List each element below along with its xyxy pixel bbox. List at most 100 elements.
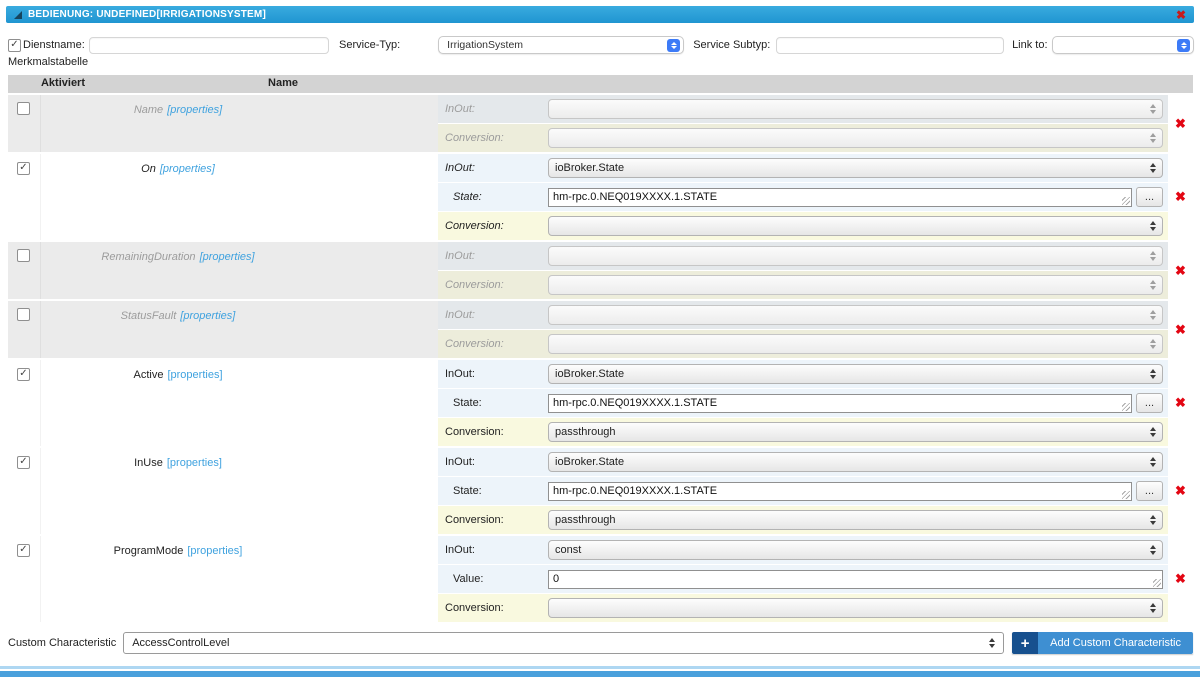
field-textarea[interactable]: hm-rpc.0.NEQ019XXXX.1.STATE: [548, 393, 1132, 413]
select-arrows-icon: [1150, 251, 1156, 261]
field-label: InOut:: [445, 103, 475, 115]
custom-characteristic-row: Custom Characteristic AccessControlLevel…: [8, 632, 1193, 654]
row-checkbox[interactable]: [17, 249, 30, 262]
select-state-button[interactable]: ...: [1136, 481, 1163, 501]
resize-handle-icon[interactable]: [1122, 196, 1130, 205]
custom-characteristic-select[interactable]: AccessControlLevel: [123, 632, 1005, 654]
textarea-value: hm-rpc.0.NEQ019XXXX.1.STATE: [553, 397, 718, 409]
select-state-button[interactable]: ...: [1136, 393, 1163, 413]
delete-row-icon[interactable]: ✖: [1175, 571, 1186, 587]
resize-handle-icon[interactable]: [1122, 402, 1130, 411]
row-name-cell: StatusFault [properties]: [41, 301, 438, 358]
field-select[interactable]: [548, 128, 1163, 148]
select-arrows-icon: [1150, 104, 1156, 114]
select-arrows-icon: [1150, 457, 1156, 467]
next-panel-top-stripe: [0, 666, 1200, 669]
textarea-value: hm-rpc.0.NEQ019XXXX.1.STATE: [553, 191, 718, 203]
next-panel-header-edge[interactable]: [0, 671, 1200, 677]
field-row-inout: InOut:: [438, 242, 1168, 270]
field-row-conversion: Conversion: passthrough: [438, 418, 1168, 446]
row-delete-cell: ✖: [1168, 448, 1193, 534]
row-fields: InOut: const Value: 0 Conversion:: [438, 536, 1168, 622]
table-row: ProgramMode[properties] InOut: const Value…: [8, 536, 1193, 622]
field-textarea[interactable]: hm-rpc.0.NEQ019XXXX.1.STATE: [548, 481, 1132, 501]
delete-row-icon[interactable]: ✖: [1175, 483, 1186, 499]
field-textarea[interactable]: 0: [548, 569, 1163, 589]
properties-link[interactable]: [properties]: [180, 310, 235, 322]
delete-row-icon[interactable]: ✖: [1175, 395, 1186, 411]
field-label: State:: [453, 485, 482, 497]
delete-row-icon[interactable]: ✖: [1175, 116, 1186, 132]
field-select[interactable]: [548, 334, 1163, 354]
row-fields: InOut: Conversion:: [438, 95, 1168, 152]
field-select[interactable]: [548, 246, 1163, 266]
field-select[interactable]: ioBroker.State: [548, 158, 1163, 178]
properties-link[interactable]: [properties]: [200, 251, 255, 263]
row-checkbox[interactable]: [17, 455, 30, 469]
row-checkbox[interactable]: [17, 543, 30, 557]
resize-handle-icon[interactable]: [1122, 490, 1130, 499]
properties-link[interactable]: [properties]: [167, 457, 222, 469]
field-select[interactable]: const: [548, 540, 1163, 560]
row-checkbox[interactable]: [17, 102, 30, 115]
service-typ-value: IrrigationSystem: [447, 39, 524, 51]
field-select[interactable]: [548, 275, 1163, 295]
properties-link[interactable]: [properties]: [187, 545, 242, 557]
delete-row-icon[interactable]: ✖: [1175, 263, 1186, 279]
properties-link[interactable]: [properties]: [167, 369, 222, 381]
delete-row-icon[interactable]: ✖: [1175, 189, 1186, 205]
row-checkbox[interactable]: [17, 161, 30, 175]
resize-handle-icon[interactable]: [1153, 578, 1161, 587]
field-select[interactable]: ioBroker.State: [548, 452, 1163, 472]
delete-row-icon[interactable]: ✖: [1175, 322, 1186, 338]
field-textarea[interactable]: hm-rpc.0.NEQ019XXXX.1.STATE: [548, 187, 1132, 207]
panel-titlebar[interactable]: BEDIENUNG: UNDEFINED[IRRIGATIONSYSTEM] ✖: [6, 6, 1194, 23]
properties-link[interactable]: [properties]: [160, 163, 215, 175]
link-to-select[interactable]: [1051, 36, 1194, 54]
field-label: InOut:: [445, 368, 475, 380]
row-checkbox-cell: [8, 95, 41, 152]
close-icon[interactable]: ✖: [1176, 9, 1186, 21]
select-arrows-icon: [1150, 310, 1156, 320]
field-label: Conversion:: [445, 132, 504, 144]
select-value: passthrough: [555, 426, 616, 438]
row-checkbox[interactable]: [17, 367, 30, 381]
service-subtyp-input[interactable]: [776, 36, 1005, 54]
properties-link[interactable]: [properties]: [167, 104, 222, 116]
service-form-row: Dienstname: Service-Typ: IrrigationSyste…: [8, 35, 1194, 55]
dienstname-checkbox[interactable]: [8, 38, 21, 52]
row-delete-cell: ✖: [1168, 360, 1193, 446]
row-name-cell: RemainingDuration [properties]: [41, 242, 438, 299]
field-row-state: State: hm-rpc.0.NEQ019XXXX.1.STATE...: [438, 183, 1168, 211]
table-row: Active[properties] InOut: ioBroker.State S…: [8, 360, 1193, 446]
field-select[interactable]: [548, 305, 1163, 325]
add-button-label: Add Custom Characteristic: [1038, 632, 1193, 654]
row-checkbox[interactable]: [17, 308, 30, 321]
select-arrows-icon: [1150, 545, 1156, 555]
add-custom-characteristic-button[interactable]: + Add Custom Characteristic: [1012, 632, 1193, 654]
link-to-label: Link to:: [1012, 39, 1048, 51]
select-arrows-icon: [1150, 369, 1156, 379]
service-typ-select[interactable]: IrrigationSystem: [438, 36, 685, 54]
row-delete-cell: ✖: [1168, 536, 1193, 622]
field-select[interactable]: passthrough: [548, 422, 1163, 442]
field-row-conversion: Conversion:: [438, 271, 1168, 299]
field-select[interactable]: [548, 598, 1163, 618]
textarea-value: 0: [553, 573, 560, 585]
field-label: InOut:: [445, 544, 475, 556]
row-delete-cell: ✖: [1168, 95, 1193, 152]
row-fields: InOut: ioBroker.State State: hm-rpc.0.NEQ01…: [438, 154, 1168, 240]
field-row-state: State: hm-rpc.0.NEQ019XXXX.1.STATE...: [438, 389, 1168, 417]
custom-characteristic-value: AccessControlLevel: [132, 637, 230, 649]
select-state-button[interactable]: ...: [1136, 187, 1163, 207]
select-arrows-icon: [1150, 221, 1156, 231]
field-select[interactable]: [548, 99, 1163, 119]
field-select[interactable]: passthrough: [548, 510, 1163, 530]
field-select[interactable]: ioBroker.State: [548, 364, 1163, 384]
characteristics-table: Aktiviert Name Name [properties] InOut: Co…: [8, 75, 1193, 622]
select-arrows-icon: [667, 38, 681, 52]
select-arrows-icon: [1150, 163, 1156, 173]
dienstname-input[interactable]: [88, 36, 330, 54]
field-select[interactable]: [548, 216, 1163, 236]
row-name-cell: InUse [properties]: [41, 448, 438, 534]
